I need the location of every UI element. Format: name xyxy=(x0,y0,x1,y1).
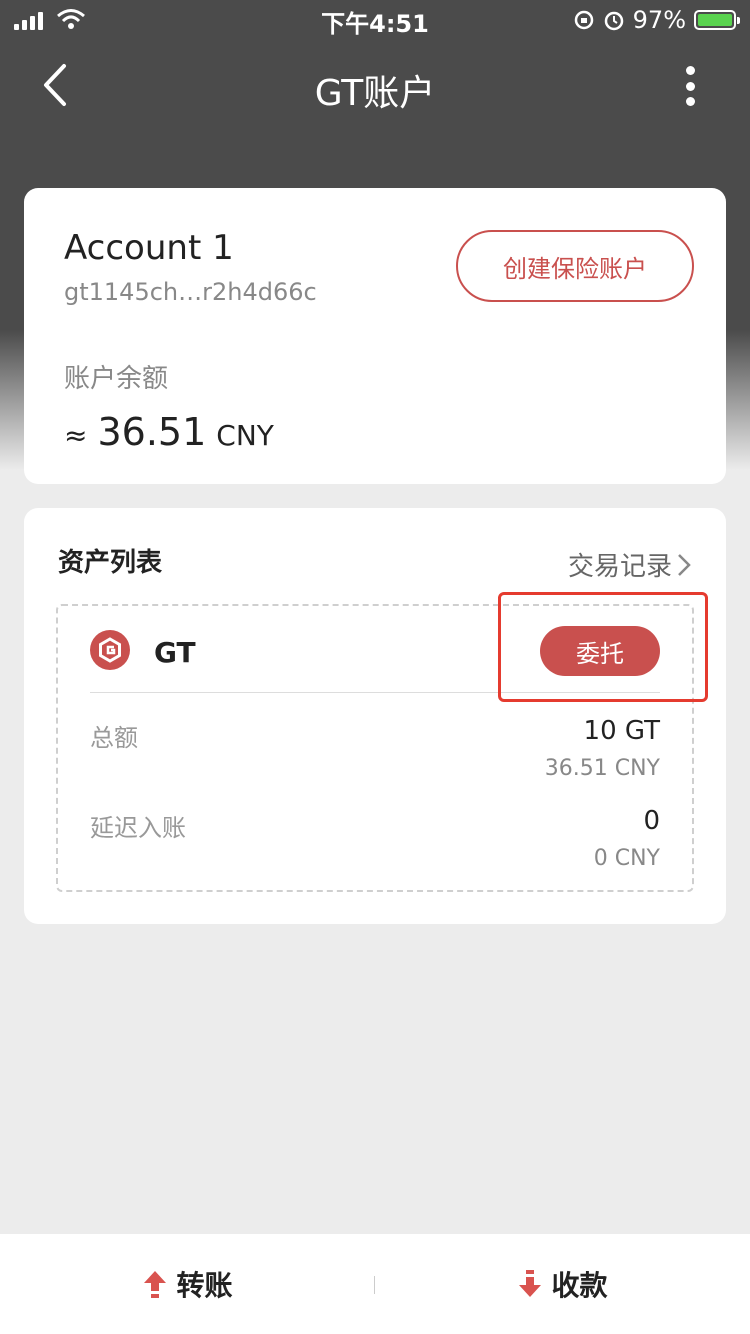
balance-value: ≈ 36.51 CNY xyxy=(64,410,274,454)
pending-value: 0 xyxy=(643,806,660,836)
battery-percent: 97% xyxy=(632,6,686,34)
balance-unit: CNY xyxy=(216,419,274,452)
total-label: 总额 xyxy=(90,724,138,752)
balance-approx: ≈ xyxy=(64,419,88,452)
account-card: Account 1 gt1145ch…r2h4d66c 创建保险账户 账户余额 … xyxy=(24,188,726,484)
more-options-icon[interactable] xyxy=(680,66,700,106)
asset-name: GT xyxy=(154,636,196,669)
receive-button[interactable]: 收款 xyxy=(375,1234,750,1334)
highlight-box xyxy=(498,592,708,702)
assets-card: 资产列表 交易记录 GT 委托 总额 10 GT 36.51 CNY 延迟入账 … xyxy=(24,508,726,924)
receive-label: 收款 xyxy=(551,1269,608,1302)
assets-title: 资产列表 xyxy=(58,548,163,578)
battery-icon xyxy=(694,10,740,30)
transfer-label: 转账 xyxy=(176,1269,233,1302)
bottom-action-bar: 转账 收款 xyxy=(0,1234,750,1334)
pending-label: 延迟入账 xyxy=(90,814,186,842)
gt-logo-icon xyxy=(90,630,130,670)
status-bar: 下午4:51 97% xyxy=(0,0,750,40)
arrow-down-icon xyxy=(519,1270,542,1297)
navigation-bar: GT账户 xyxy=(0,40,750,130)
page-title: GT账户 xyxy=(314,73,436,114)
account-address: gt1145ch…r2h4d66c xyxy=(64,278,317,306)
total-cny: 36.51 CNY xyxy=(544,756,660,781)
rotation-lock-icon xyxy=(574,10,593,30)
transfer-button[interactable]: 转账 xyxy=(0,1234,375,1334)
pending-cny: 0 CNY xyxy=(593,846,660,871)
account-name: Account 1 xyxy=(64,228,234,268)
total-value: 10 GT xyxy=(583,716,660,746)
create-insurance-account-button[interactable]: 创建保险账户 xyxy=(456,230,694,302)
balance-label: 账户余额 xyxy=(64,364,169,394)
transaction-history-link[interactable]: 交易记录 xyxy=(568,546,692,583)
balance-number: 36.51 xyxy=(97,410,207,454)
arrow-up-icon xyxy=(144,1271,167,1298)
chevron-right-icon xyxy=(678,553,691,576)
alarm-icon xyxy=(604,11,623,31)
transaction-history-label: 交易记录 xyxy=(567,552,672,582)
